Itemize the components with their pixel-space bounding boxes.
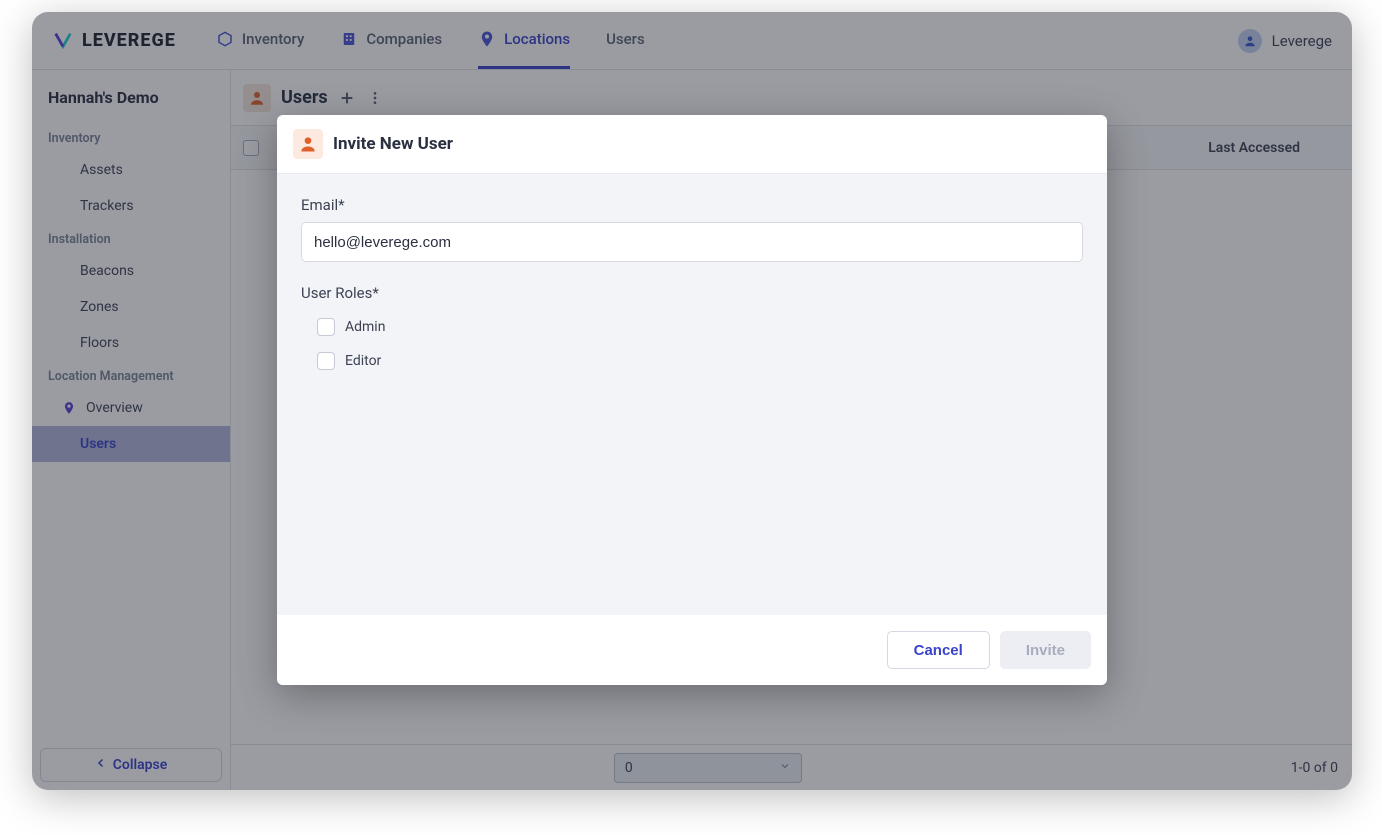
- modal-body: Email* User Roles* Admin Editor: [277, 174, 1107, 615]
- role-option-editor[interactable]: Editor: [301, 344, 1083, 378]
- checkbox-icon: [317, 352, 335, 370]
- modal-footer: Cancel Invite: [277, 615, 1107, 685]
- role-label: Editor: [345, 353, 381, 369]
- modal-title: Invite New User: [333, 134, 453, 154]
- checkbox-icon: [317, 318, 335, 336]
- user-icon: [293, 129, 323, 159]
- modal-header: Invite New User: [277, 115, 1107, 174]
- invite-user-modal: Invite New User Email* User Roles* Admin…: [277, 115, 1107, 685]
- email-field[interactable]: [301, 222, 1083, 262]
- cancel-button[interactable]: Cancel: [887, 631, 990, 669]
- role-label: Admin: [345, 319, 385, 335]
- email-label: Email*: [301, 196, 1083, 214]
- role-option-admin[interactable]: Admin: [301, 310, 1083, 344]
- invite-button[interactable]: Invite: [1000, 631, 1091, 669]
- roles-label: User Roles*: [301, 284, 1083, 302]
